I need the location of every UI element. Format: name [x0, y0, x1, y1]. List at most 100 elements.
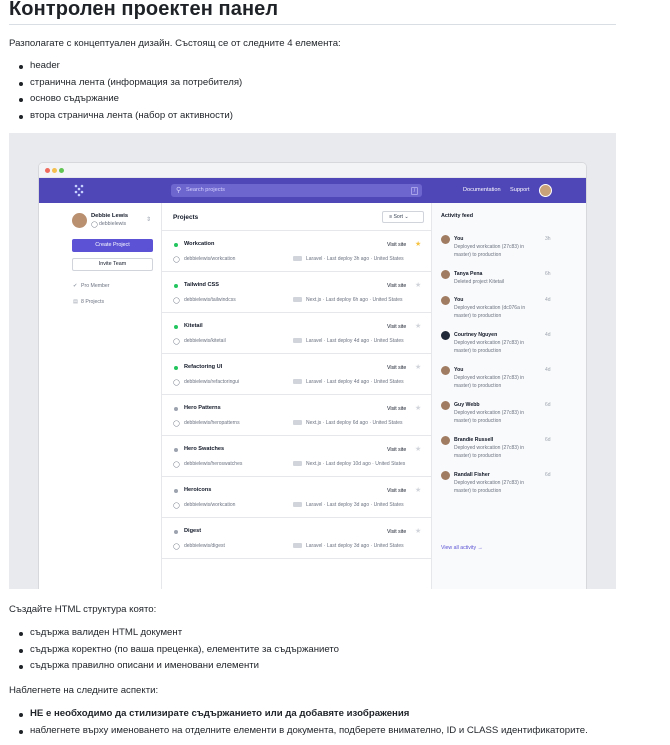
maximize-dot-icon [59, 168, 64, 173]
activity-text: Deployed workcation (27c83) in master) t… [454, 480, 525, 494]
mockup-search-input: ⚲ Search projects / [171, 184, 422, 197]
activity-time: 6h [545, 270, 551, 277]
list-item-text: НЕ е необходимо да стилизирате съдържани… [30, 708, 410, 719]
github-icon: ◯ [173, 338, 180, 345]
activity-time: 4d [545, 296, 551, 303]
star-icon: ★ [415, 527, 422, 535]
project-deploy: Last deploy 3d ago [326, 502, 370, 508]
project-name: Digest [184, 528, 202, 534]
activity-user: Brandie Russell [454, 436, 494, 443]
project-region: United States [373, 502, 404, 508]
list-item: НЕ е необходимо да стилизирате съдържани… [9, 706, 588, 723]
mockup-window: ⚲ Search projects / Documentation Suppor… [39, 163, 586, 589]
list-item: header [9, 58, 242, 75]
intro-text: Разполагате с концептуален дизайн. Състо… [9, 38, 341, 49]
activity-time: 6d [545, 401, 551, 408]
activity-user: You [454, 366, 464, 373]
project-meta: Next.js · Last deploy 6d ago · United St… [293, 420, 402, 426]
sort-label: Sort [393, 214, 403, 220]
project-name: Tailwind CSS [184, 282, 220, 288]
projects-count-text: 8 Projects [81, 299, 105, 305]
visit-site-link: Visit site [387, 528, 407, 535]
activity-user: You [454, 235, 464, 242]
project-row: Digest ◯ debbielewis/digest Visit site ★ Lara… [162, 518, 432, 559]
project-framework: Laravel [306, 502, 323, 508]
mockup-user-sidebar: Debbie Lewis ◯ debbielewis ⇕ Create Proj… [39, 203, 161, 589]
project-region: United States [372, 420, 403, 426]
project-meta: Next.js · Last deploy 10d ago · United S… [293, 461, 405, 467]
avatar [441, 270, 450, 279]
focus-list: НЕ е необходимо да стилизирате съдържани… [9, 706, 588, 739]
list-item: съдържа коректно (по ваша преценка), еле… [9, 642, 339, 659]
activity-user: Courtney Nguyen [454, 331, 498, 338]
mockup-main-content: Projects ≡ Sort ⌄ Workcation ◯ debbielewis… [161, 203, 432, 589]
framework-icon [293, 461, 302, 467]
project-row: Hero Swatches ◯ debbielewis/heroswatches Vi… [162, 436, 432, 477]
pro-member-text: Pro Member [81, 283, 110, 289]
activity-time: 3h [545, 235, 551, 242]
elements-list: header странична лента (информация за пот… [9, 58, 242, 124]
star-icon: ★ [415, 404, 422, 412]
visit-site-link: Visit site [387, 487, 407, 494]
chevron-down-icon: ⌄ [402, 214, 409, 220]
project-framework: Laravel [306, 543, 323, 549]
visit-site-link: Visit site [387, 241, 407, 248]
search-placeholder: Search projects [186, 186, 225, 193]
task-list: съдържа валиден HTML документ съдържа кор… [9, 625, 339, 675]
project-region: United States [373, 338, 404, 344]
activity-time: 6d [545, 471, 551, 478]
visit-site-link: Visit site [387, 323, 407, 330]
design-mockup-image: ⚲ Search projects / Documentation Suppor… [9, 133, 616, 589]
project-repo: debbielewis/heroswatches [184, 461, 243, 467]
logo-icon [74, 184, 84, 197]
list-item: съдържа валиден HTML документ [9, 625, 339, 642]
project-framework: Next.js [306, 461, 322, 467]
project-row: Hero Patterns ◯ debbielewis/heropatterns Vi… [162, 395, 432, 436]
project-name: Hero Patterns [184, 405, 221, 411]
github-icon: ◯ [173, 256, 180, 263]
project-region: United States [373, 256, 404, 262]
focus-intro-text: Наблегнете на следните аспекти: [9, 685, 159, 696]
visit-site-link: Visit site [387, 405, 407, 412]
framework-icon [293, 338, 302, 344]
create-project-button: Create Project [72, 239, 153, 252]
project-deploy: Last deploy 10d ago [325, 461, 371, 467]
project-meta: Next.js · Last deploy 6h ago · United St… [293, 297, 402, 303]
project-region: United States [373, 379, 404, 385]
star-icon: ★ [415, 445, 422, 453]
framework-icon [293, 256, 302, 262]
activity-text: Deployed workcation (27c83) in master) t… [454, 244, 525, 258]
avatar [441, 436, 450, 445]
mockup-activity-sidebar: Activity feed You 3h Deployed workcation (… [432, 203, 586, 589]
status-dot-icon [174, 407, 178, 411]
projects-count-label: ▤ 8 Projects [73, 299, 104, 305]
status-dot-icon [174, 243, 178, 247]
list-item: съдържа правилно описани и именовани еле… [9, 658, 339, 675]
document: Контролен проектен панел Разполагате с к… [0, 0, 670, 745]
list-item: наблегнете върху именоването на отделнит… [9, 723, 588, 740]
github-icon: ◯ [173, 420, 180, 427]
framework-icon [293, 502, 302, 508]
view-all-activity-link: View all activity → [441, 545, 483, 551]
project-meta: Laravel · Last deploy 4d ago · United St… [293, 338, 404, 344]
framework-icon [293, 379, 302, 385]
sort-button: ≡ Sort ⌄ [382, 211, 424, 223]
project-row: Refactoring UI ◯ debbielewis/refactoringui… [162, 354, 432, 395]
user-handle: debbielewis [99, 221, 127, 227]
project-repo: debbielewis/workcation [184, 502, 236, 508]
project-region: United States [375, 461, 406, 467]
status-dot-icon [174, 325, 178, 329]
activity-user: Randall Fisher [454, 471, 490, 478]
avatar [441, 401, 450, 410]
project-repo: debbielewis/heropatterns [184, 420, 240, 426]
list-item: странична лента (информация за потребите… [9, 75, 242, 92]
star-icon: ★ [415, 240, 422, 248]
status-dot-icon [174, 366, 178, 370]
close-dot-icon [45, 168, 50, 173]
visit-site-link: Visit site [387, 282, 407, 289]
project-deploy: Last deploy 3d ago [326, 543, 370, 549]
activity-text: Deployed workcation (27c83) in master) t… [454, 445, 525, 459]
framework-icon [293, 420, 302, 426]
activity-time: 6d [545, 436, 551, 443]
activity-text: Deployed workcation (27c83) in master) t… [454, 410, 525, 424]
